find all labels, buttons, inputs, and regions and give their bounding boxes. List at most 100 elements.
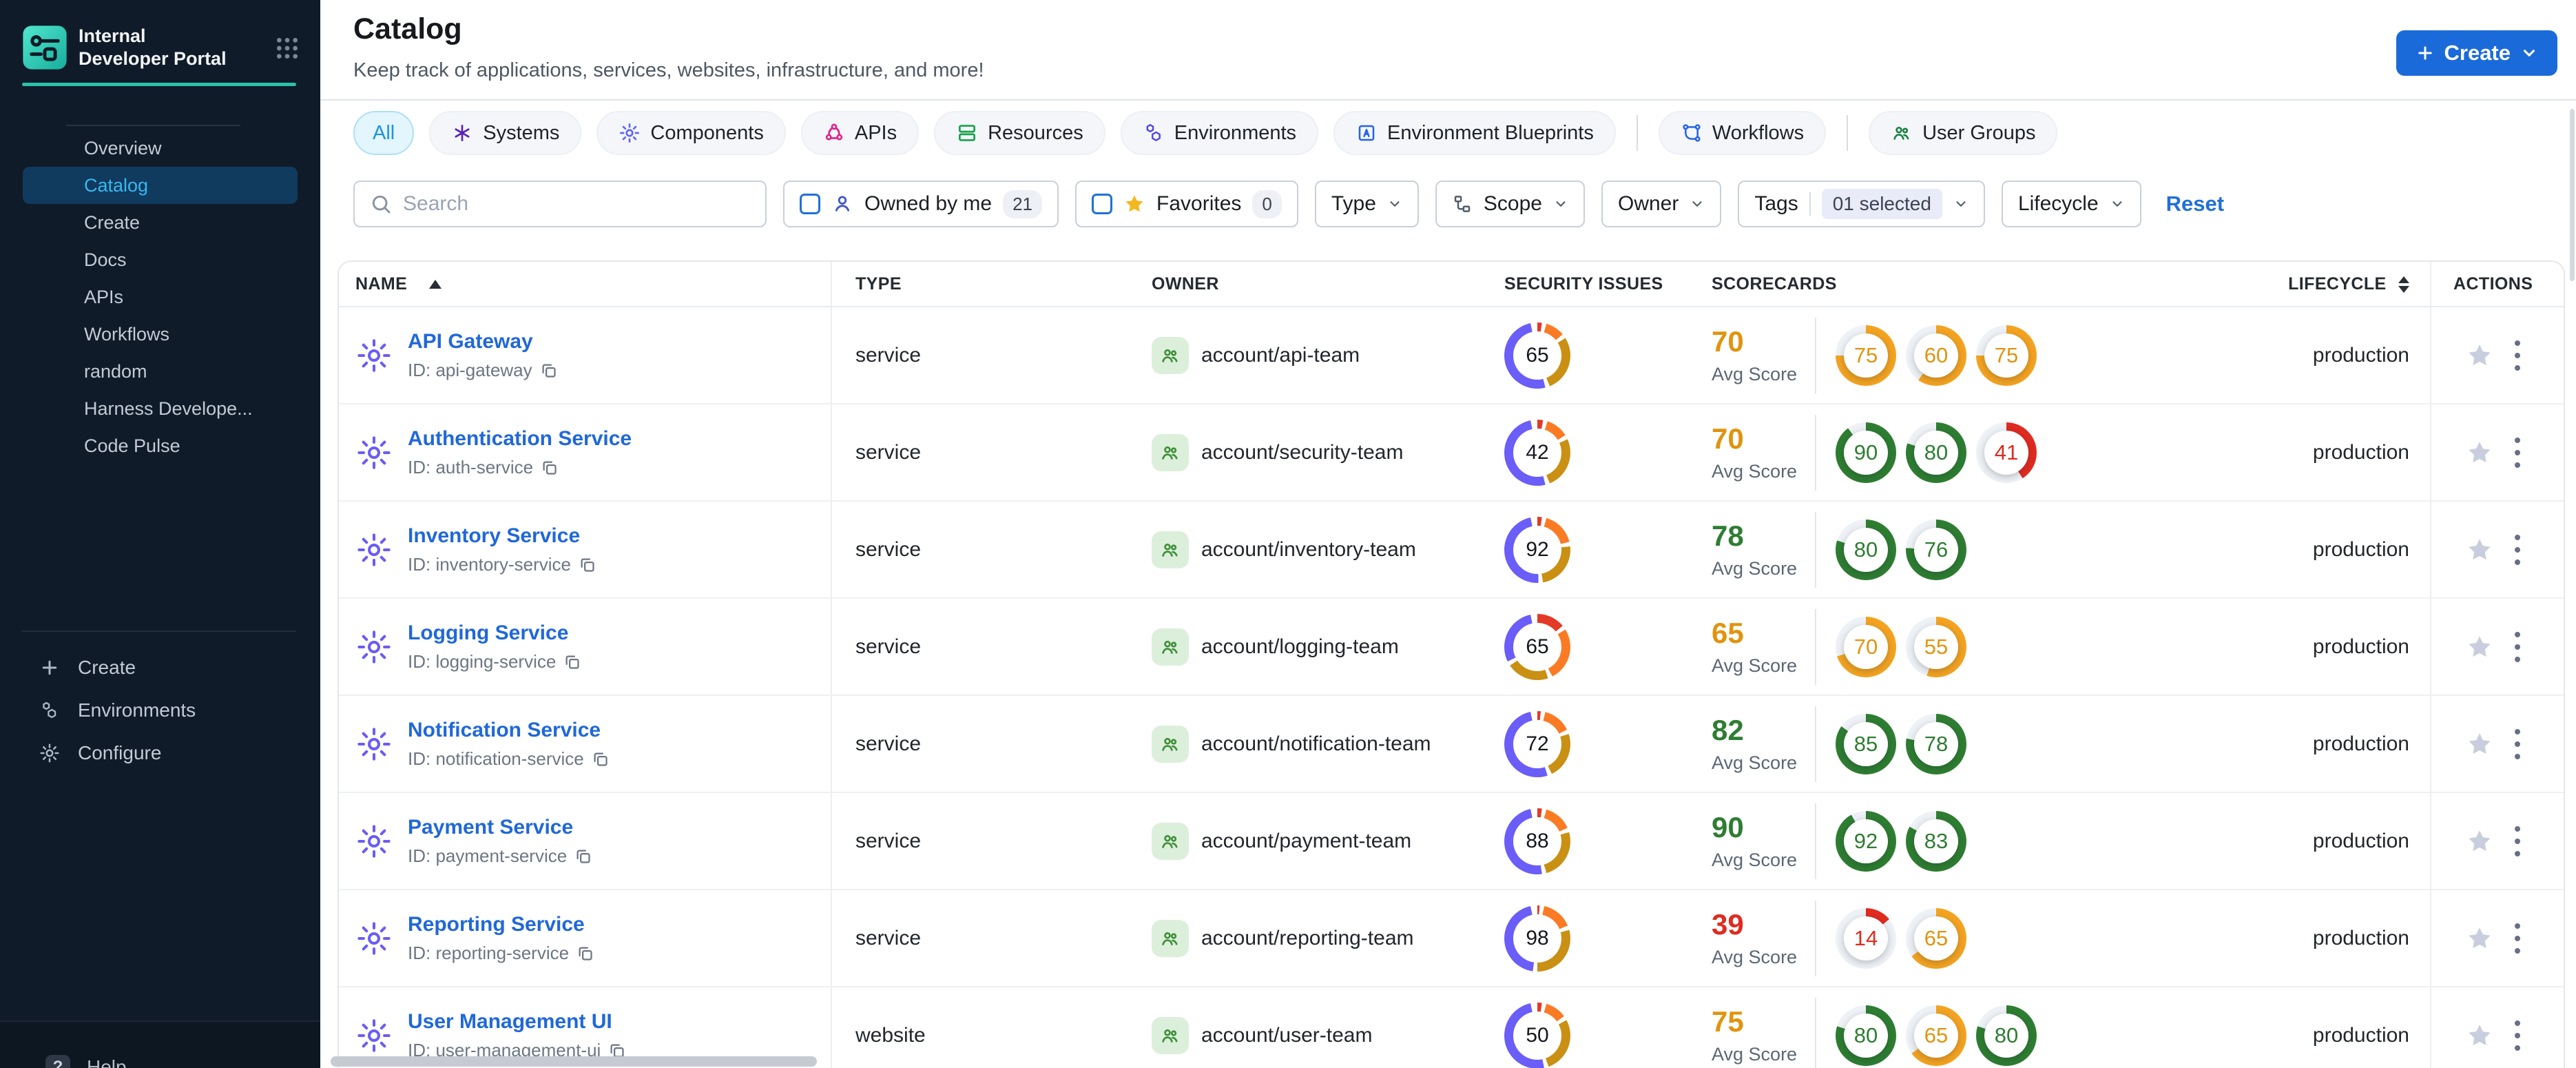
copy-icon[interactable] bbox=[539, 361, 558, 380]
tab-resources[interactable]: Resources bbox=[934, 111, 1105, 155]
scorecard-ring[interactable]: 65 bbox=[1906, 1005, 1966, 1066]
owner-name[interactable]: account/api-team bbox=[1201, 344, 1360, 367]
sidebar-item-apis[interactable]: APIs bbox=[23, 278, 298, 316]
sidebar-item-overview[interactable]: Overview bbox=[23, 130, 298, 167]
scorecard-ring[interactable]: 85 bbox=[1836, 713, 1896, 774]
tab-all[interactable]: All bbox=[353, 111, 415, 155]
kebab-menu-button[interactable] bbox=[2514, 825, 2521, 856]
scorecard-ring[interactable]: 70 bbox=[1836, 616, 1896, 677]
security-issues-donut[interactable]: 98 bbox=[1504, 905, 1570, 972]
scorecard-ring[interactable]: 78 bbox=[1906, 713, 1966, 774]
security-issues-donut[interactable]: 65 bbox=[1504, 613, 1570, 680]
kebab-menu-button[interactable] bbox=[2514, 534, 2521, 565]
scorecard-ring[interactable]: 80 bbox=[1906, 422, 1966, 483]
favorite-star-button[interactable] bbox=[2466, 828, 2493, 855]
scorecard-ring[interactable]: 80 bbox=[1976, 1005, 2037, 1066]
scorecard-ring[interactable]: 83 bbox=[1906, 810, 1966, 872]
create-button[interactable]: Create bbox=[2396, 30, 2557, 76]
scorecard-ring[interactable]: 80 bbox=[1836, 1005, 1896, 1066]
tab-workflows[interactable]: Workflows bbox=[1658, 111, 1827, 155]
kebab-menu-button[interactable] bbox=[2514, 728, 2521, 759]
tab-components[interactable]: Components bbox=[596, 111, 786, 155]
security-issues-donut[interactable]: 42 bbox=[1504, 419, 1570, 486]
sidebar-item-help[interactable]: ? Help bbox=[0, 1022, 320, 1068]
owner-name[interactable]: account/logging-team bbox=[1201, 635, 1399, 659]
owner-name[interactable]: account/payment-team bbox=[1201, 830, 1411, 853]
copy-icon[interactable] bbox=[591, 750, 610, 768]
type-dropdown[interactable]: Type bbox=[1314, 181, 1419, 227]
tab-environment-blueprints[interactable]: Environment Blueprints bbox=[1333, 111, 1616, 155]
entity-name-link[interactable]: Notification Service bbox=[408, 719, 601, 741]
kebab-menu-button[interactable] bbox=[2514, 1020, 2521, 1051]
sidebar-item-catalog[interactable]: Catalog bbox=[23, 167, 298, 204]
entity-name-link[interactable]: Logging Service bbox=[408, 622, 568, 644]
sidebar-item-harness-develope-[interactable]: Harness Develope... bbox=[23, 390, 298, 427]
favorite-star-button[interactable] bbox=[2466, 730, 2493, 758]
scorecard-ring[interactable]: 92 bbox=[1836, 810, 1896, 872]
sidebar-footer-item-configure[interactable]: Configure bbox=[0, 732, 320, 774]
entity-name-link[interactable]: Authentication Service bbox=[408, 427, 632, 450]
search-input[interactable] bbox=[403, 192, 750, 216]
tab-systems[interactable]: Systems bbox=[429, 111, 582, 155]
vertical-scrollbar-thumb[interactable] bbox=[2570, 109, 2575, 281]
copy-icon[interactable] bbox=[563, 653, 581, 671]
owned-by-me-filter[interactable]: Owned by me 21 bbox=[783, 181, 1059, 227]
sidebar-item-workflows[interactable]: Workflows bbox=[23, 316, 298, 353]
favorite-star-button[interactable] bbox=[2466, 925, 2493, 952]
favorite-star-button[interactable] bbox=[2466, 1022, 2493, 1049]
favorites-filter[interactable]: Favorites 0 bbox=[1075, 181, 1298, 227]
security-issues-donut[interactable]: 88 bbox=[1504, 808, 1570, 874]
scorecard-ring[interactable]: 41 bbox=[1976, 422, 2037, 483]
owner-name[interactable]: account/user-team bbox=[1201, 1024, 1372, 1047]
security-issues-donut[interactable]: 72 bbox=[1504, 710, 1570, 777]
app-switcher-icon[interactable] bbox=[273, 34, 301, 62]
owner-name[interactable]: account/security-team bbox=[1201, 441, 1403, 464]
scorecard-ring[interactable]: 75 bbox=[1836, 325, 1896, 386]
favorite-star-button[interactable] bbox=[2466, 342, 2493, 369]
favorite-star-button[interactable] bbox=[2466, 536, 2493, 564]
sidebar-item-code-pulse[interactable]: Code Pulse bbox=[23, 427, 298, 464]
owner-name[interactable]: account/reporting-team bbox=[1201, 927, 1414, 950]
sidebar-item-random[interactable]: random bbox=[23, 353, 298, 390]
tab-apis[interactable]: APIs bbox=[800, 111, 920, 155]
column-header-name[interactable]: NAME bbox=[339, 262, 832, 306]
owner-name[interactable]: account/notification-team bbox=[1201, 732, 1431, 756]
scorecard-ring[interactable]: 65 bbox=[1906, 907, 1966, 969]
scorecard-ring[interactable]: 55 bbox=[1906, 616, 1966, 677]
security-issues-donut[interactable]: 65 bbox=[1504, 322, 1570, 389]
favorites-checkbox[interactable] bbox=[1092, 194, 1113, 214]
copy-icon[interactable] bbox=[578, 555, 596, 574]
kebab-menu-button[interactable] bbox=[2514, 631, 2521, 662]
owned-by-me-checkbox[interactable] bbox=[800, 194, 820, 214]
kebab-menu-button[interactable] bbox=[2514, 437, 2521, 468]
scorecard-ring[interactable]: 75 bbox=[1976, 325, 2037, 386]
owner-name[interactable]: account/inventory-team bbox=[1201, 538, 1416, 562]
scorecard-ring[interactable]: 76 bbox=[1906, 519, 1966, 580]
lifecycle-dropdown[interactable]: Lifecycle bbox=[2001, 181, 2141, 227]
copy-icon[interactable] bbox=[574, 847, 592, 865]
sidebar-footer-item-environments[interactable]: Environments bbox=[0, 689, 320, 732]
scope-dropdown[interactable]: Scope bbox=[1435, 181, 1585, 227]
sidebar-footer-item-create[interactable]: Create bbox=[0, 646, 320, 689]
copy-icon[interactable] bbox=[576, 944, 594, 963]
tags-dropdown[interactable]: Tags 01 selected bbox=[1738, 181, 1985, 227]
sidebar-item-docs[interactable]: Docs bbox=[23, 241, 298, 278]
entity-name-link[interactable]: User Management UI bbox=[408, 1010, 612, 1033]
scorecard-ring[interactable]: 14 bbox=[1836, 907, 1896, 969]
scorecard-ring[interactable]: 80 bbox=[1836, 519, 1896, 580]
entity-name-link[interactable]: Payment Service bbox=[408, 816, 573, 839]
tab-environments[interactable]: Environments bbox=[1120, 111, 1319, 155]
tab-user-groups[interactable]: User Groups bbox=[1869, 111, 2058, 155]
security-issues-donut[interactable]: 92 bbox=[1504, 516, 1570, 583]
column-header-lifecycle[interactable]: LIFECYCLE bbox=[2051, 274, 2430, 294]
kebab-menu-button[interactable] bbox=[2514, 340, 2521, 371]
horizontal-scrollbar-thumb[interactable] bbox=[331, 1056, 817, 1067]
entity-name-link[interactable]: API Gateway bbox=[408, 330, 533, 353]
entity-name-link[interactable]: Inventory Service bbox=[408, 524, 580, 547]
scorecard-ring[interactable]: 90 bbox=[1836, 422, 1896, 483]
owner-dropdown[interactable]: Owner bbox=[1601, 181, 1722, 227]
entity-name-link[interactable]: Reporting Service bbox=[408, 913, 585, 936]
copy-icon[interactable] bbox=[540, 458, 559, 477]
reset-filters-link[interactable]: Reset bbox=[2166, 192, 2224, 216]
scorecard-ring[interactable]: 60 bbox=[1906, 325, 1966, 386]
